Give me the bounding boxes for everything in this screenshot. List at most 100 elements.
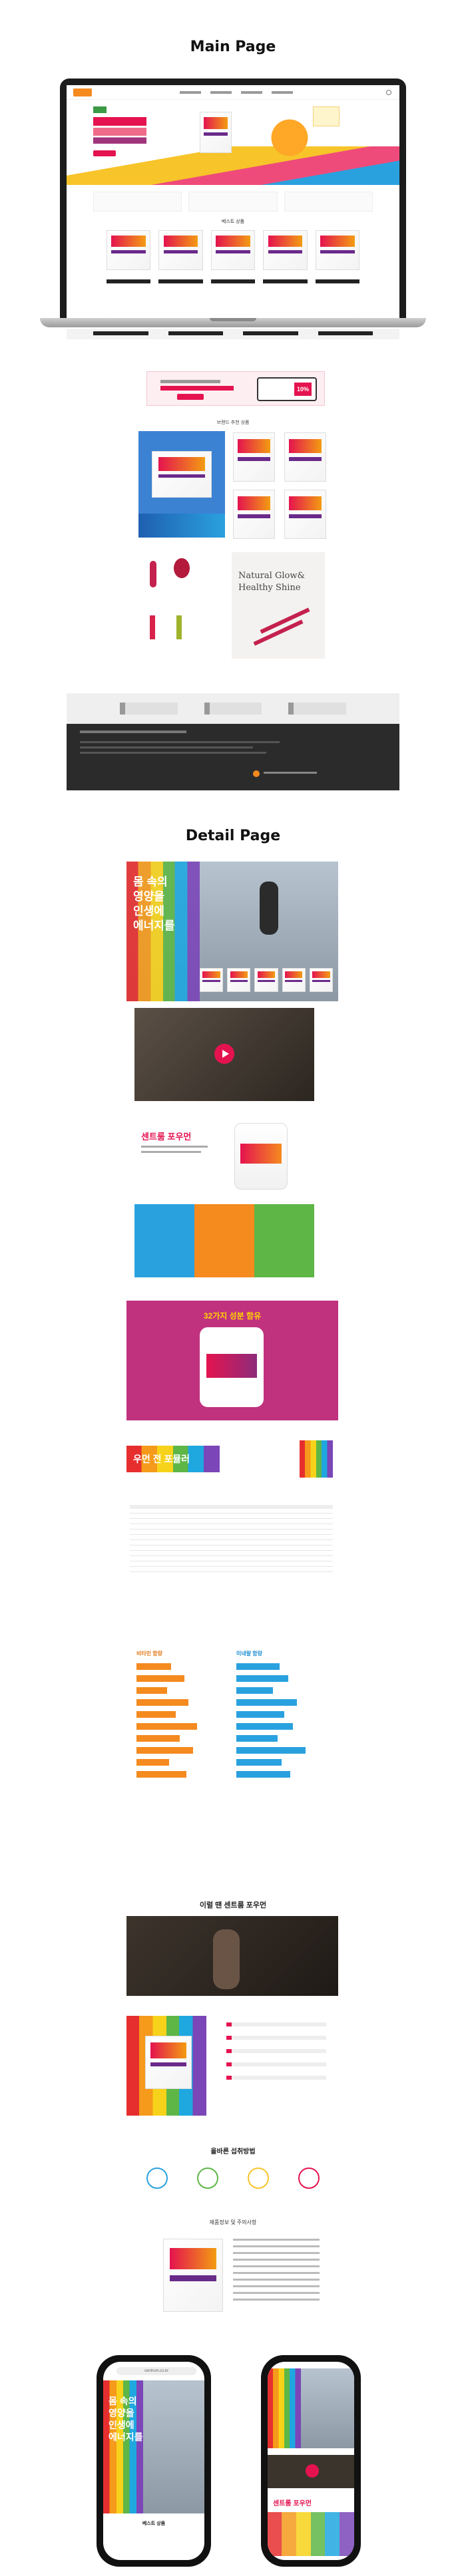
nav-item[interactable] xyxy=(272,91,293,94)
product-buy-button[interactable] xyxy=(158,279,203,283)
slogan-pixel-right xyxy=(300,1440,333,1478)
product-buy-button[interactable] xyxy=(93,331,148,335)
step-icon xyxy=(248,2168,269,2189)
slogan-text: 우먼 전 포뮬러 xyxy=(133,1454,190,1464)
product-buy-button[interactable] xyxy=(168,331,223,335)
nav-item[interactable] xyxy=(210,91,232,94)
bottle-label xyxy=(206,1354,257,1378)
product-buy-button[interactable] xyxy=(315,279,360,283)
product-buy-button[interactable] xyxy=(243,331,298,335)
product-card[interactable] xyxy=(210,230,256,270)
detail-page-heading: Detail Page xyxy=(185,828,281,844)
best-strip xyxy=(67,329,399,339)
ingredients-bottle xyxy=(200,1327,264,1407)
product-intro-name: 센트룸 포우먼 xyxy=(141,1132,192,1142)
benefit-panel xyxy=(134,1204,194,1277)
product-card[interactable] xyxy=(233,490,275,539)
natural-glow-banner[interactable]: Natural Glow& Healthy Shine xyxy=(232,552,325,659)
quick-links xyxy=(93,192,373,212)
table-row xyxy=(130,1550,333,1551)
check-item xyxy=(226,2062,326,2066)
natural-glow-line1: Natural Glow& xyxy=(238,571,306,581)
table-row xyxy=(130,1534,333,1535)
mineral-bar xyxy=(236,1699,297,1706)
product-card[interactable] xyxy=(284,432,326,482)
tube-product[interactable] xyxy=(150,561,156,587)
footer-text xyxy=(80,746,253,748)
mineral-bar xyxy=(236,1735,278,1742)
product-buy-button[interactable] xyxy=(318,331,373,335)
promo-discount-badge: 10% xyxy=(294,383,312,396)
product-buy-button[interactable] xyxy=(210,279,256,283)
play-button[interactable] xyxy=(214,1044,234,1064)
footer-info-item[interactable] xyxy=(120,703,178,715)
why-check-list xyxy=(226,2022,326,2109)
step-icon xyxy=(197,2168,218,2189)
product-card[interactable] xyxy=(107,230,151,270)
bottle-label xyxy=(240,1144,282,1164)
promo-banner[interactable]: 10% xyxy=(146,371,325,406)
benefit-panel xyxy=(254,1204,314,1277)
nav-item[interactable] xyxy=(241,91,262,94)
step-icon xyxy=(298,2168,320,2189)
vitamin-chart-title: 비타민 함량 xyxy=(136,1651,163,1657)
promo-button[interactable] xyxy=(177,394,204,400)
mineral-bar xyxy=(236,1723,293,1730)
product-card[interactable] xyxy=(263,230,308,270)
product-card[interactable] xyxy=(233,432,275,482)
hero-button[interactable] xyxy=(93,150,116,156)
vitamin-bar xyxy=(136,1699,188,1706)
mineral-bars xyxy=(236,1663,323,1796)
quick-link[interactable] xyxy=(93,192,182,212)
table-row xyxy=(130,1529,333,1530)
table-header xyxy=(130,1505,333,1509)
search-icon[interactable] xyxy=(386,90,391,95)
product-buy-button[interactable] xyxy=(263,279,308,283)
laptop-notch xyxy=(210,318,256,321)
step-icon xyxy=(146,2168,168,2189)
mineral-bar xyxy=(236,1675,288,1682)
play-button[interactable] xyxy=(306,2464,319,2478)
nav-item[interactable] xyxy=(180,91,201,94)
product-card[interactable] xyxy=(284,490,326,539)
table-row xyxy=(130,1539,333,1540)
footer-info-item[interactable] xyxy=(204,703,262,715)
best-product-buttons xyxy=(107,279,360,283)
benefit-panels xyxy=(134,1204,314,1277)
footer-links[interactable] xyxy=(80,730,186,733)
quick-link[interactable] xyxy=(284,192,373,212)
howto-icons xyxy=(146,2168,320,2194)
mobile-detail-hero xyxy=(268,2368,354,2448)
brand-feature-banner[interactable] xyxy=(138,431,225,538)
quick-link[interactable] xyxy=(188,192,278,212)
vitamin-bar xyxy=(136,1747,193,1754)
site-footer xyxy=(67,724,399,790)
info-text-block xyxy=(233,2239,320,2312)
product-buy-button[interactable] xyxy=(107,279,151,283)
nutrition-table xyxy=(130,1505,333,1638)
vitamin-bar xyxy=(136,1711,176,1718)
product-card[interactable] xyxy=(158,230,203,270)
brand-product-grid xyxy=(233,432,326,539)
why-product xyxy=(145,2036,192,2089)
promo-headline xyxy=(160,386,234,391)
check-item xyxy=(226,2049,326,2053)
hero-badge xyxy=(93,106,107,113)
tube-product[interactable] xyxy=(150,615,155,639)
vitamin-bar xyxy=(136,1723,197,1730)
tube-product[interactable] xyxy=(176,615,182,639)
mineral-bar xyxy=(236,1759,282,1766)
mobile-url-bar[interactable]: centrum.co.kr xyxy=(116,2367,196,2375)
product-card[interactable] xyxy=(315,230,360,270)
footer-info-item[interactable] xyxy=(288,703,347,715)
table-row xyxy=(130,1571,333,1572)
site-logo[interactable] xyxy=(73,88,92,96)
hero-wave xyxy=(67,146,399,185)
video-player[interactable] xyxy=(134,1008,314,1101)
brand-section-title: 브랜드 추천 상품 xyxy=(216,420,250,425)
vitamin-bar xyxy=(136,1675,184,1682)
mineral-bar xyxy=(236,1687,273,1694)
mobile-video[interactable] xyxy=(268,2455,354,2488)
brand-feature-product xyxy=(152,451,212,498)
phone-left: centrum.co.kr 몸 속의 영양을 인생에 에너지를 베스트 상품 xyxy=(97,2355,211,2567)
